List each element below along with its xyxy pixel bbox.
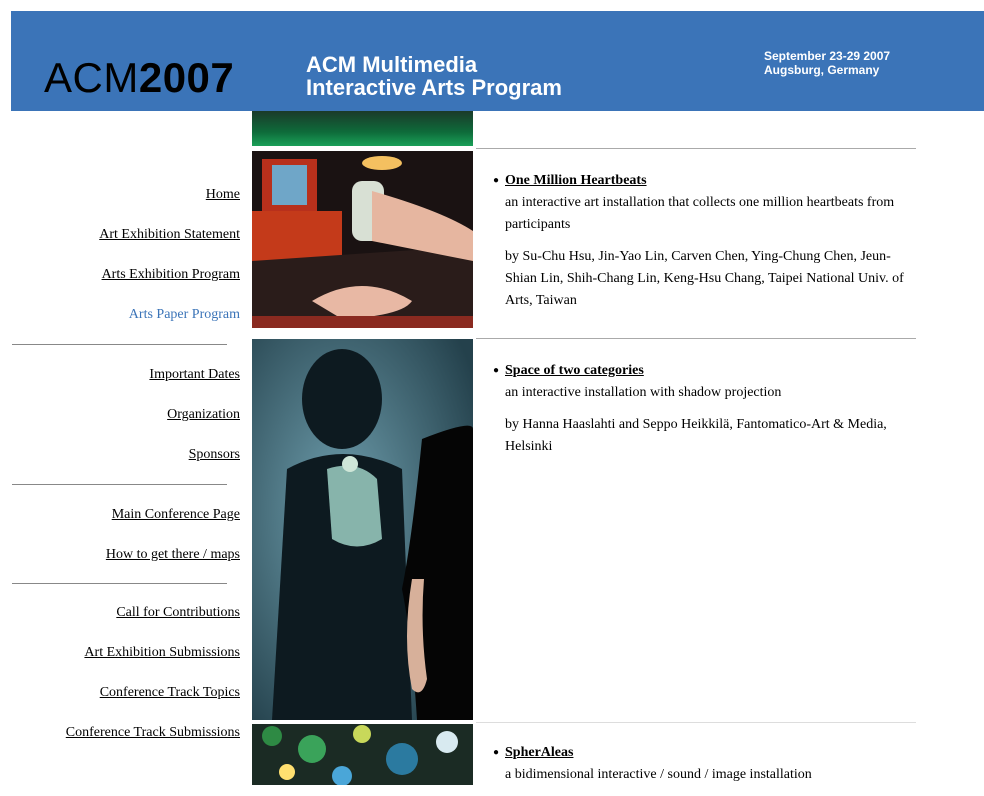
acm2007-logo[interactable]: ACM2007 bbox=[44, 57, 234, 99]
entry-spheraleas: ● SpherAleas a bidimensional interactive… bbox=[493, 742, 917, 796]
site-header: ACM2007 ACM Multimedia Interactive Arts … bbox=[11, 11, 984, 111]
nav-sponsors[interactable]: Sponsors bbox=[189, 447, 240, 463]
program-title-line2: Interactive Arts Program bbox=[306, 75, 562, 100]
bullet-icon: ● bbox=[493, 747, 500, 758]
location-line: Augsburg, Germany bbox=[764, 63, 880, 77]
spheraleas-photo[interactable] bbox=[252, 724, 473, 785]
entry-title-link[interactable]: SpherAleas bbox=[505, 745, 573, 760]
nav-home[interactable]: Home bbox=[206, 187, 240, 203]
nav-how-to-get-there[interactable]: How to get there / maps bbox=[106, 547, 240, 563]
nav-separator bbox=[12, 344, 227, 345]
nav-organization[interactable]: Organization bbox=[167, 407, 240, 423]
nav-important-dates[interactable]: Important Dates bbox=[149, 367, 240, 383]
nav-art-exhibition-submissions[interactable]: Art Exhibition Submissions bbox=[84, 645, 240, 661]
previous-entry-photo bbox=[252, 111, 473, 146]
nav-main-conference-page[interactable]: Main Conference Page bbox=[112, 507, 240, 523]
nav-arts-exhibition-program[interactable]: Arts Exhibition Program bbox=[102, 267, 240, 283]
entry-credits: by Hanna Haaslahti and Seppo Heikkilä, F… bbox=[505, 417, 887, 454]
bullet-icon: ● bbox=[493, 175, 500, 186]
program-title-line1: ACM Multimedia bbox=[306, 52, 478, 77]
entry-credits: by Su-Chu Hsu, Jin-Yao Lin, Carven Chen,… bbox=[505, 249, 904, 308]
nav-conference-track-submissions[interactable]: Conference Track Submissions bbox=[66, 725, 240, 741]
entry-divider bbox=[476, 338, 916, 339]
entry-space-of-two-categories: ● Space of two categories an interactive… bbox=[493, 360, 917, 468]
entry-divider bbox=[476, 148, 916, 149]
nav-arts-paper-program[interactable]: Arts Paper Program bbox=[129, 307, 240, 323]
nav-conference-track-topics[interactable]: Conference Track Topics bbox=[100, 685, 240, 701]
entry-description: an interactive art installation that col… bbox=[505, 195, 895, 232]
date-line: September 23-29 2007 bbox=[764, 49, 891, 63]
nav-art-exhibition-statement[interactable]: Art Exhibition Statement bbox=[99, 227, 240, 243]
heartbeats-photo-image bbox=[252, 151, 473, 328]
entry-title-link[interactable]: Space of two categories bbox=[505, 363, 644, 378]
nav-call-for-contributions[interactable]: Call for Contributions bbox=[116, 605, 240, 621]
entry-divider bbox=[476, 722, 916, 723]
bullet-icon: ● bbox=[493, 365, 500, 376]
nav-separator bbox=[12, 583, 227, 584]
nav-separator bbox=[12, 484, 227, 485]
shadow-photo[interactable] bbox=[252, 339, 473, 720]
conference-date: September 23-29 2007 Augsburg, Germany bbox=[764, 49, 890, 77]
spheraleas-photo-image bbox=[252, 724, 473, 785]
entry-description: a bidimensional interactive / sound / im… bbox=[505, 767, 812, 782]
shadow-photo-image bbox=[252, 339, 473, 720]
entry-description: an interactive installation with shadow … bbox=[505, 385, 782, 400]
entry-title-link[interactable]: One Million Heartbeats bbox=[505, 173, 647, 188]
heartbeats-photo[interactable] bbox=[252, 151, 473, 328]
program-title: ACM Multimedia Interactive Arts Program bbox=[306, 53, 562, 99]
entry-one-million-heartbeats: ● One Million Heartbeats an interactive … bbox=[493, 170, 917, 322]
